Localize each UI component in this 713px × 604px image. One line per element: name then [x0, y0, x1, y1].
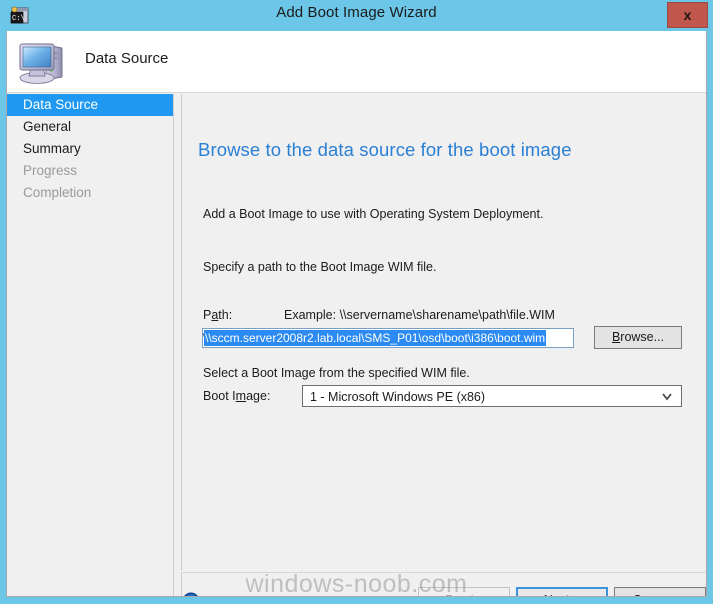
select-bootimage-text: Select a Boot Image from the specified W…: [203, 366, 470, 380]
next-button[interactable]: Next >: [516, 587, 608, 596]
close-button[interactable]: x: [667, 2, 708, 28]
path-label: Path:: [203, 308, 233, 322]
bootimage-select[interactable]: 1 - Microsoft Windows PE (x86): [302, 385, 682, 407]
content-pane: Browse to the data source for the boot i…: [181, 94, 706, 571]
summary-button[interactable]: Summary: [614, 587, 706, 596]
window-title: Add Boot Image Wizard: [276, 4, 437, 21]
wizard-window: C:\ Add Boot Image Wizard x Data Source …: [0, 0, 713, 604]
intro-text: Add a Boot Image to use with Operating S…: [203, 207, 544, 221]
sidebar-item-progress: Progress: [23, 163, 78, 178]
path-example-text: Example: \\servername\sharename\path\fil…: [284, 308, 555, 322]
bootimage-selected-value: 1 - Microsoft Windows PE (x86): [310, 390, 486, 404]
path-input[interactable]: [202, 328, 574, 348]
wizard-footer: ? < Previous Next > Summary Cancel: [181, 572, 706, 596]
sidebar-item-completion: Completion: [23, 185, 92, 200]
sidebar-item-data-source[interactable]: Data Source: [7, 94, 173, 116]
wizard-header-banner: Data Source: [7, 31, 706, 93]
bootimage-label: Boot Image:: [203, 389, 271, 403]
sidebar-item-summary[interactable]: Summary: [7, 138, 173, 160]
wizard-step-title: Data Source: [85, 50, 169, 67]
help-circle-icon[interactable]: ?: [182, 592, 200, 596]
title-bar: C:\ Add Boot Image Wizard x: [0, 0, 713, 31]
chevron-down-icon: [661, 389, 673, 403]
previous-button: < Previous: [418, 587, 510, 596]
specify-path-text: Specify a path to the Boot Image WIM fil…: [203, 260, 437, 274]
page-title: Browse to the data source for the boot i…: [198, 139, 572, 160]
dialog-body: Data Source Data Source General Summary …: [6, 31, 707, 597]
sidebar-item-general[interactable]: General: [7, 116, 173, 138]
wizard-step-list: Data Source General Summary Progress Com…: [7, 94, 174, 596]
browse-button[interactable]: Browse...: [594, 326, 682, 349]
computer-icon: [17, 36, 69, 86]
